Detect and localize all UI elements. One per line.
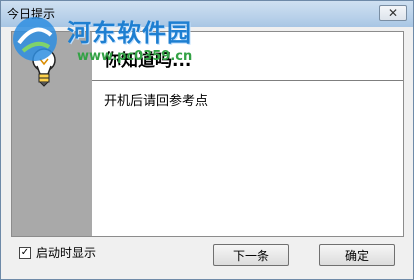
show-on-startup-option[interactable]: ✓ 启动时显示 [19,244,96,261]
close-icon: ✕ [387,6,399,20]
watermark-logo-icon [13,17,57,61]
header-divider [92,80,403,81]
checkmark-icon: ✓ [20,246,30,258]
ok-button[interactable]: 确定 [319,244,395,266]
watermark-url: www.pc0359.cn [77,49,193,64]
tip-of-the-day-window: 今日提示 ✕ 你知道吗... 开机后请回参考点 河东软件园 www.pc0359… [0,0,414,280]
tip-text: 开机后请回参考点 [104,94,209,109]
show-on-startup-label[interactable]: 启动时显示 [36,244,96,261]
watermark-site-name: 河东软件园 [67,18,192,47]
watermark: 河东软件园 www.pc0359.cn [9,7,229,67]
close-button[interactable]: ✕ [379,5,407,21]
show-on-startup-checkbox[interactable]: ✓ [19,246,31,259]
next-tip-button[interactable]: 下一条 [213,244,289,266]
